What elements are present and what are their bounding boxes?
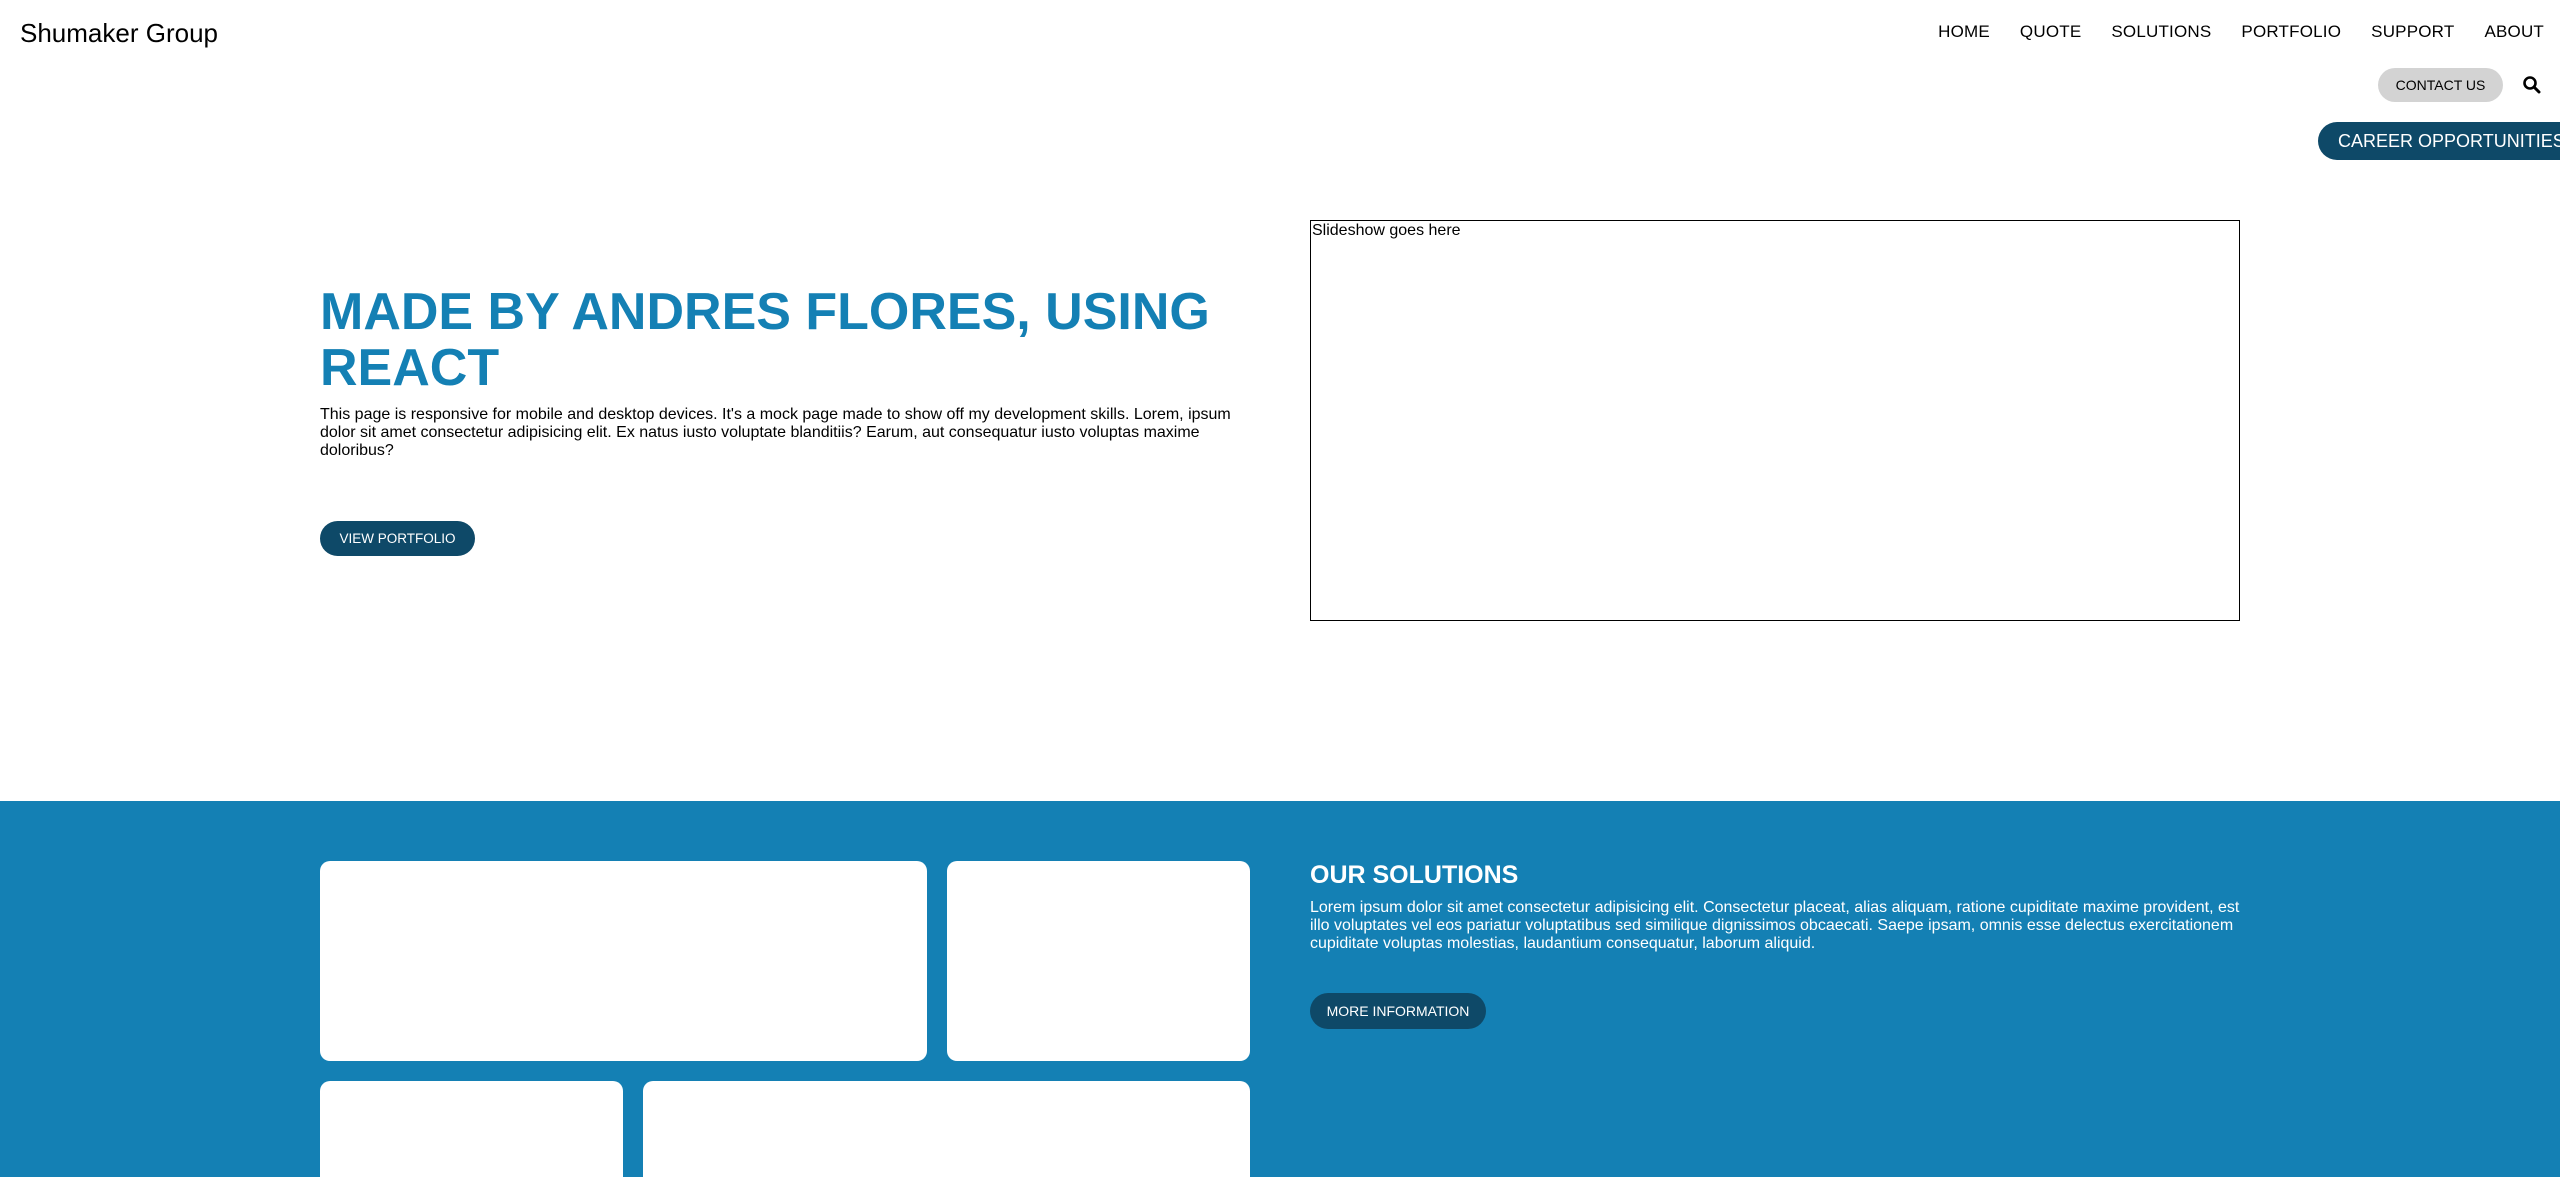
career-opportunities-button[interactable]: CAREER OPPORTUNITIES [2318,122,2560,160]
nav-home[interactable]: HOME [1938,22,1990,42]
slideshow-placeholder: Slideshow goes here [1310,220,2240,621]
nav-portfolio[interactable]: PORTFOLIO [2241,22,2341,42]
slideshow-placeholder-text: Slideshow goes here [1312,222,1461,239]
solution-card[interactable] [320,861,927,1061]
solution-card[interactable] [320,1081,623,1177]
nav-solutions[interactable]: SOLUTIONS [2111,22,2211,42]
view-portfolio-button[interactable]: VIEW PORTFOLIO [320,521,475,556]
solution-card[interactable] [947,861,1250,1061]
solutions-description: Lorem ipsum dolor sit amet consectetur a… [1310,899,2240,952]
nav-about[interactable]: ABOUT [2484,22,2544,42]
solution-card[interactable] [643,1081,1250,1177]
brand-logo-text[interactable]: Shumaker Group [20,18,218,49]
more-information-button[interactable]: MORE INFORMATION [1310,993,1486,1029]
hero-title: MADE BY ANDRES FLORES, USING REACT [320,283,1210,397]
solutions-title: OUR SOLUTIONS [1310,861,1519,889]
nav-support[interactable]: SUPPORT [2371,22,2454,42]
solutions-section: OUR SOLUTIONS Lorem ipsum dolor sit amet… [0,801,2560,1177]
hero-description: This page is responsive for mobile and d… [320,406,1231,459]
nav-quote[interactable]: QUOTE [2020,22,2081,42]
main-nav: HOME QUOTE SOLUTIONS PORTFOLIO SUPPORT A… [1938,22,2544,42]
contact-us-button[interactable]: CONTACT US [2378,68,2503,102]
search-icon[interactable] [2522,75,2542,95]
